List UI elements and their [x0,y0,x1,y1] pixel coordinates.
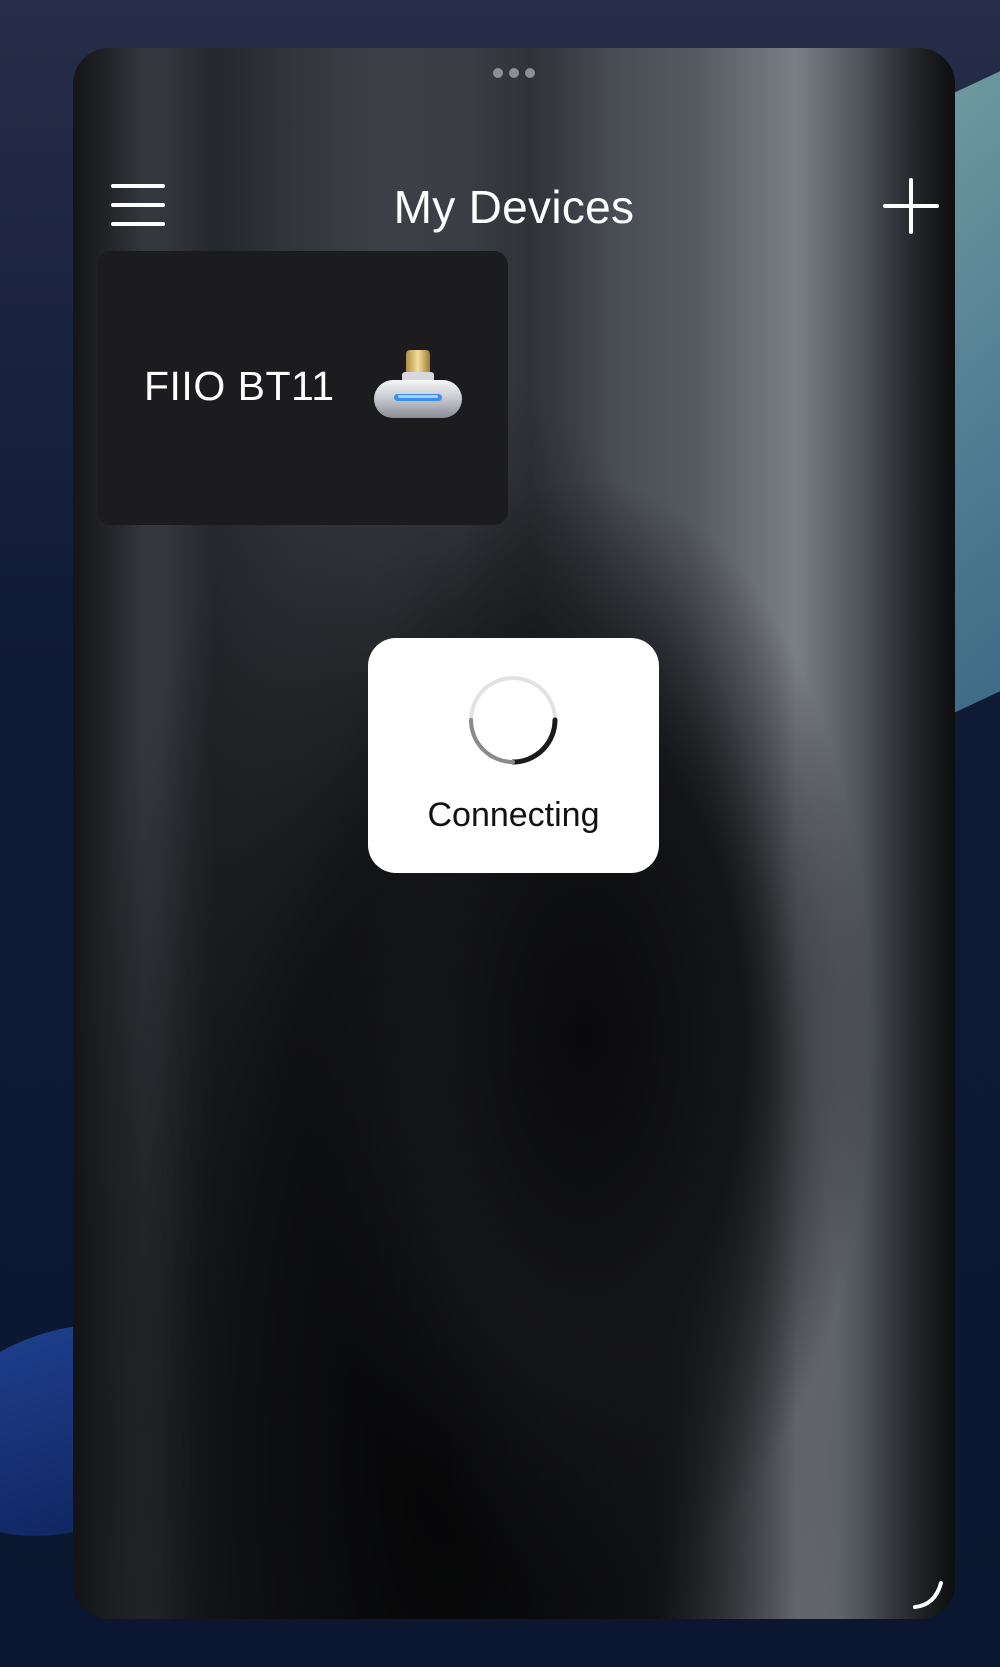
app-window: My Devices FIIO BT11 Connecting [73,48,955,1619]
device-name: FIIO BT11 [144,363,335,409]
resize-handle-icon[interactable] [909,1575,947,1613]
plus-icon[interactable] [883,178,939,234]
page-title: My Devices [393,181,635,233]
window-grabber[interactable] [493,68,535,78]
usb-dongle-icon [374,350,462,418]
plus-horizontal-bar [883,204,939,208]
loading-overlay: Connecting [368,638,659,873]
loading-label: Connecting [427,796,600,834]
grabber-dot [509,68,519,78]
grabber-dot [493,68,503,78]
device-card[interactable]: FIIO BT11 [97,251,508,525]
grabber-dot [525,68,535,78]
spinner-icon [469,676,558,765]
